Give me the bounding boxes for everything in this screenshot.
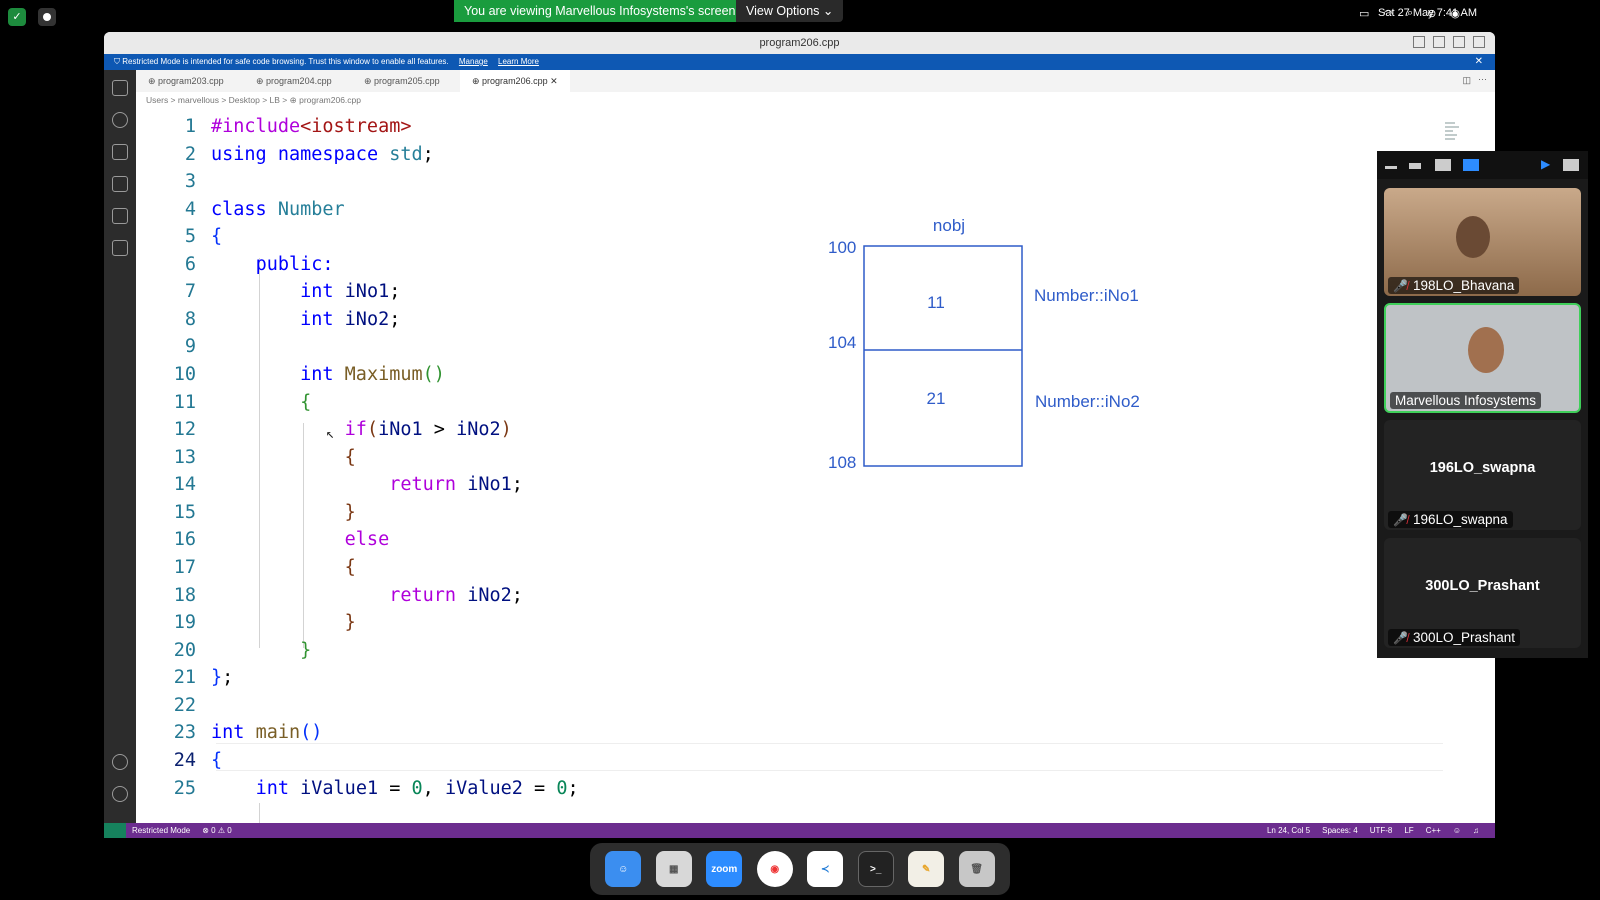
language-mode[interactable]: C++ (1426, 823, 1441, 838)
line-ending[interactable]: LF (1404, 823, 1413, 838)
finder-icon[interactable]: ☺ (605, 851, 642, 887)
cpp-file-icon: ⊕ (148, 76, 159, 86)
tab-program204[interactable]: ⊕ program204.cpp (244, 70, 344, 92)
toggle-sidebar-icon[interactable] (1413, 36, 1425, 48)
shield-icon[interactable]: ✓ (8, 8, 26, 26)
notifications-bell-icon[interactable]: ♫ (1473, 823, 1479, 838)
status-bar: Restricted Mode ⊗ 0 ⚠ 0 Ln 24, Col 5 Spa… (104, 823, 1495, 838)
participant-video (1456, 216, 1490, 258)
source-control-icon[interactable] (112, 144, 128, 160)
video-tile[interactable]: 🎤̸ 198LO_Bhavana (1384, 188, 1581, 296)
remote-indicator[interactable] (104, 823, 126, 838)
object-label: nobj (933, 216, 965, 235)
window-title: program206.cpp (759, 37, 840, 49)
participant-gallery: ▶ 🎤̸ 198LO_Bhavana Marvellous Infosystems… (1377, 151, 1588, 658)
participant-name: 🎤̸ 300LO_Prashant (1388, 629, 1521, 646)
battery-icon[interactable]: ▭ (1359, 7, 1369, 20)
address-label: 104 (828, 333, 856, 352)
indentation[interactable]: Spaces: 4 (1322, 823, 1358, 838)
tab-program206[interactable]: ⊕ program206.cpp ✕ (460, 70, 570, 92)
cpp-file-icon: ⊕ (472, 76, 483, 86)
tab-program203[interactable]: ⊕ program203.cpp (136, 70, 236, 92)
muted-mic-icon: 🎤̸ (1393, 631, 1408, 645)
restricted-mode-indicator[interactable]: Restricted Mode (132, 823, 190, 838)
chrome-icon[interactable]: ◉ (756, 851, 793, 887)
record-icon[interactable] (38, 8, 56, 26)
trash-icon[interactable]: 🗑 (958, 851, 995, 887)
close-tab-icon[interactable]: ✕ (550, 76, 558, 86)
participant-name: Marvellous Infosystems (1390, 392, 1542, 409)
launchpad-icon[interactable]: ▦ (655, 851, 692, 887)
restricted-message: Restricted Mode is intended for safe cod… (122, 57, 449, 66)
feedback-icon[interactable]: ☺ (1453, 823, 1461, 838)
terminal-icon[interactable]: >_ (857, 851, 894, 887)
encoding[interactable]: UTF-8 (1370, 823, 1393, 838)
settings-gear-icon[interactable] (112, 786, 128, 802)
manage-link[interactable]: Manage (459, 57, 488, 66)
learn-more-link[interactable]: Learn More (498, 57, 539, 66)
full-view-icon[interactable] (1435, 159, 1451, 171)
muted-mic-icon: 🎤̸ (1393, 279, 1408, 293)
member-label: Number::iNo1 (1034, 286, 1139, 305)
code-editor[interactable]: 1 #include<iostream> 2 using namespace std… (136, 110, 1495, 823)
gallery-view-icon[interactable] (1463, 159, 1479, 171)
participant-name: 🎤̸ 198LO_Bhavana (1388, 277, 1520, 294)
vscode-icon[interactable]: ≺ (807, 851, 844, 887)
dock: ☺ ▦ zoom ◉ ≺ >_ ✎ 🗑 (590, 843, 1010, 895)
problems-indicator[interactable]: ⊗ 0 ⚠ 0 (202, 823, 231, 838)
restricted-mode-banner: ⛉ Restricted Mode is intended for safe c… (104, 54, 1495, 70)
extensions-icon[interactable] (112, 208, 128, 224)
more-actions-icon[interactable]: ··· (1478, 74, 1487, 84)
mouse-cursor-icon: ↖ (326, 426, 335, 442)
cpp-file-icon: ⊕ (256, 76, 267, 86)
muted-mic-icon: 🎤̸ (1393, 513, 1408, 527)
title-bar: program206.cpp (104, 32, 1495, 54)
exit-panel-icon[interactable] (1563, 159, 1579, 171)
customize-layout-icon[interactable] (1473, 36, 1485, 48)
search-icon[interactable] (112, 112, 128, 128)
address-label: 100 (828, 238, 856, 257)
speaker-view-icon[interactable] (1409, 163, 1421, 169)
cursor-position[interactable]: Ln 24, Col 5 (1267, 823, 1310, 838)
video-tile[interactable]: 196LO_swapna 🎤̸ 196LO_swapna (1384, 420, 1581, 530)
address-label: 108 (828, 453, 856, 472)
zoom-app-icon[interactable]: zoom (706, 851, 743, 887)
cpp-file-icon: ⊕ (364, 76, 375, 86)
run-debug-icon[interactable] (112, 176, 128, 192)
tab-program205[interactable]: ⊕ program205.cpp (352, 70, 452, 92)
editor-tabs: ⊕ program203.cpp ⊕ program204.cpp ⊕ prog… (136, 70, 1495, 92)
view-options-button[interactable]: View Options ⌄ (736, 0, 844, 22)
object-box (863, 245, 1023, 467)
participant-placeholder: 196LO_swapna (1429, 460, 1536, 476)
vscode-window: program206.cpp ⛉ Restricted Mode is inte… (104, 32, 1495, 838)
explorer-icon[interactable] (112, 80, 128, 96)
shield-icon: ⛉ (114, 57, 123, 66)
memory-diagram: nobj 100 104 108 11 21 Number::iNo1 Numb… (828, 216, 1140, 472)
video-tile[interactable]: 300LO_Prashant 🎤̸ 300LO_Prashant (1384, 538, 1581, 648)
participant-video (1468, 327, 1504, 373)
textedit-icon[interactable]: ✎ (908, 851, 945, 887)
gallery-toolbar: ▶ (1377, 151, 1588, 179)
split-editor-icon[interactable]: ◫ (1462, 75, 1471, 86)
clock[interactable]: Sat 27 May 7:41 AM (1378, 7, 1477, 19)
member-label: Number::iNo2 (1035, 392, 1140, 411)
next-page-icon[interactable]: ▶ (1541, 157, 1550, 171)
minimize-icon[interactable] (1385, 166, 1397, 169)
video-tile-active-speaker[interactable]: Marvellous Infosystems (1384, 303, 1581, 413)
member-value: 21 (927, 389, 946, 408)
menu-bar: ✓ You are viewing Marvellous Infosystems… (0, 0, 1600, 28)
screen-share-banner: You are viewing Marvellous Infosystems's… (454, 0, 746, 22)
remote-explorer-icon[interactable] (112, 240, 128, 256)
breadcrumb[interactable]: Users > marvellous > Desktop > LB > ⊕ pr… (146, 95, 361, 106)
member-value: 11 (927, 293, 945, 312)
close-icon[interactable]: ✕ (1475, 54, 1483, 70)
toggle-secondary-sidebar-icon[interactable] (1453, 36, 1465, 48)
layout-controls (1413, 36, 1485, 48)
participant-placeholder: 300LO_Prashant (1425, 578, 1540, 594)
activity-bar (104, 70, 136, 823)
account-icon[interactable] (112, 754, 128, 770)
participant-name: 🎤̸ 196LO_swapna (1388, 511, 1513, 528)
toggle-panel-icon[interactable] (1433, 36, 1445, 48)
